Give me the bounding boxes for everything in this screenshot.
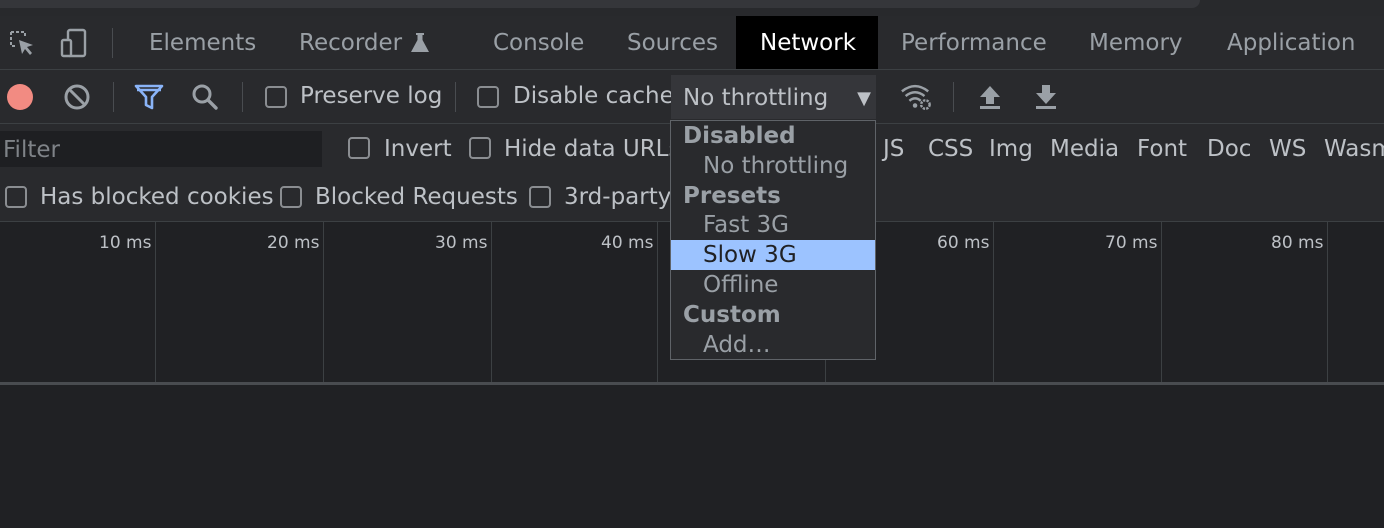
browser-tab-edge (0, 0, 1200, 8)
timeline-gridline (491, 222, 492, 382)
tab-label: Network (760, 29, 857, 56)
toolbar-separator (242, 82, 243, 112)
export-har-icon[interactable] (1030, 81, 1062, 113)
toolbar-separator (953, 82, 954, 112)
devtools-tab-bar: Elements Recorder Console Sources Networ… (0, 16, 1384, 70)
inspect-element-icon[interactable] (6, 27, 38, 59)
throttling-select[interactable]: No throttling ▼ (671, 75, 876, 119)
filter-type-css[interactable]: CSS (928, 136, 973, 162)
tab-label: Application (1227, 29, 1356, 56)
filter-type-ws[interactable]: WS (1269, 136, 1306, 162)
has-blocked-cookies-checkbox[interactable] (5, 186, 27, 208)
disable-cache-label: Disable cache (513, 83, 674, 109)
filter-input[interactable]: Filter (0, 131, 322, 167)
menu-group-presets: Presets (671, 181, 875, 211)
clear-icon[interactable] (61, 81, 93, 113)
tab-label: Sources (627, 29, 718, 56)
invert-checkbox[interactable] (348, 137, 370, 159)
menu-item-label: Fast 3G (703, 212, 789, 238)
import-har-icon[interactable] (974, 81, 1006, 113)
network-conditions-icon[interactable] (900, 81, 932, 113)
timeline-tick-label: 60 ms (937, 233, 990, 253)
throttling-dropdown-menu: Disabled No throttling Presets Fast 3G S… (670, 120, 876, 360)
timeline-tick-label: 20 ms (267, 233, 320, 253)
preserve-log-checkbox[interactable] (265, 86, 287, 108)
devtools-window: Elements Recorder Console Sources Networ… (0, 0, 1384, 528)
timeline-tick-label: 40 ms (601, 233, 654, 253)
browser-top-strip (0, 0, 1384, 16)
tab-memory[interactable]: Memory (1089, 16, 1183, 69)
timeline-tick-label: 70 ms (1105, 233, 1158, 253)
menu-item-add[interactable]: Add… (671, 330, 875, 360)
menu-item-label: Offline (703, 272, 779, 298)
menu-group-label: Custom (683, 302, 781, 328)
has-blocked-cookies-label: Has blocked cookies (40, 184, 274, 210)
tab-console[interactable]: Console (493, 16, 584, 69)
filter-icon[interactable] (133, 81, 165, 113)
timeline-gridline (323, 222, 324, 382)
menu-item-fast-3g[interactable]: Fast 3G (671, 210, 875, 240)
hide-data-urls-checkbox[interactable] (469, 137, 491, 159)
timeline-gridline (155, 222, 156, 382)
request-list-area (0, 385, 1384, 528)
filter-type-wasm[interactable]: Wasm (1324, 136, 1384, 162)
menu-group-disabled: Disabled (671, 121, 875, 151)
filter-type-media[interactable]: Media (1050, 136, 1119, 162)
timeline-tick-label: 30 ms (435, 233, 488, 253)
timeline-gridline (1327, 222, 1328, 382)
timeline-gridline (993, 222, 994, 382)
menu-item-slow-3g[interactable]: Slow 3G (671, 240, 875, 270)
menu-item-label: Slow 3G (703, 242, 797, 268)
network-toolbar: Preserve log Disable cache No throttling… (0, 70, 1384, 124)
timeline-tick-label: 80 ms (1271, 233, 1324, 253)
search-icon[interactable] (189, 81, 221, 113)
timeline-gridline (657, 222, 658, 382)
third-party-checkbox[interactable] (529, 186, 551, 208)
toolbar-separator (455, 82, 456, 112)
hide-data-urls-label: Hide data URLs (504, 136, 681, 162)
tab-bar-separator (112, 28, 113, 58)
tab-elements[interactable]: Elements (149, 16, 256, 69)
tab-label: Performance (901, 29, 1047, 56)
filter-type-js[interactable]: JS (883, 136, 904, 162)
menu-group-custom: Custom (671, 300, 875, 330)
tab-label: Console (493, 29, 585, 56)
disable-cache-checkbox[interactable] (477, 86, 499, 108)
timeline-gridline (1161, 222, 1162, 382)
tab-application[interactable]: Application (1227, 16, 1356, 69)
filter-placeholder: Filter (3, 137, 60, 163)
tab-network[interactable]: Network (736, 16, 878, 69)
preserve-log-label: Preserve log (300, 83, 443, 109)
toolbar-separator (113, 82, 114, 112)
timeline-tick-label: 10 ms (99, 233, 152, 253)
tab-label: Elements (149, 29, 257, 56)
menu-item-label: No throttling (703, 153, 849, 179)
filter-type-doc[interactable]: Doc (1207, 136, 1251, 162)
device-toolbar-icon[interactable] (58, 27, 90, 59)
tab-performance[interactable]: Performance (901, 16, 1047, 69)
chevron-down-icon: ▼ (857, 88, 871, 109)
tab-label: Recorder (299, 29, 403, 56)
menu-item-offline[interactable]: Offline (671, 270, 875, 300)
menu-group-label: Disabled (683, 123, 796, 149)
record-button[interactable] (4, 81, 36, 113)
flask-icon (410, 32, 430, 54)
tab-sources[interactable]: Sources (627, 16, 718, 69)
blocked-requests-label: Blocked Requests (315, 184, 518, 210)
filter-type-font[interactable]: Font (1137, 136, 1187, 162)
menu-group-label: Presets (683, 183, 781, 209)
menu-item-no-throttling[interactable]: No throttling (671, 151, 875, 181)
tab-label: Memory (1089, 29, 1183, 56)
blocked-requests-checkbox[interactable] (280, 186, 302, 208)
tab-recorder[interactable]: Recorder (299, 16, 430, 69)
filter-type-img[interactable]: Img (989, 136, 1033, 162)
menu-item-label: Add… (703, 332, 771, 358)
throttling-select-value: No throttling (683, 85, 829, 111)
third-party-label: 3rd-party (564, 184, 672, 210)
invert-label: Invert (384, 136, 452, 162)
